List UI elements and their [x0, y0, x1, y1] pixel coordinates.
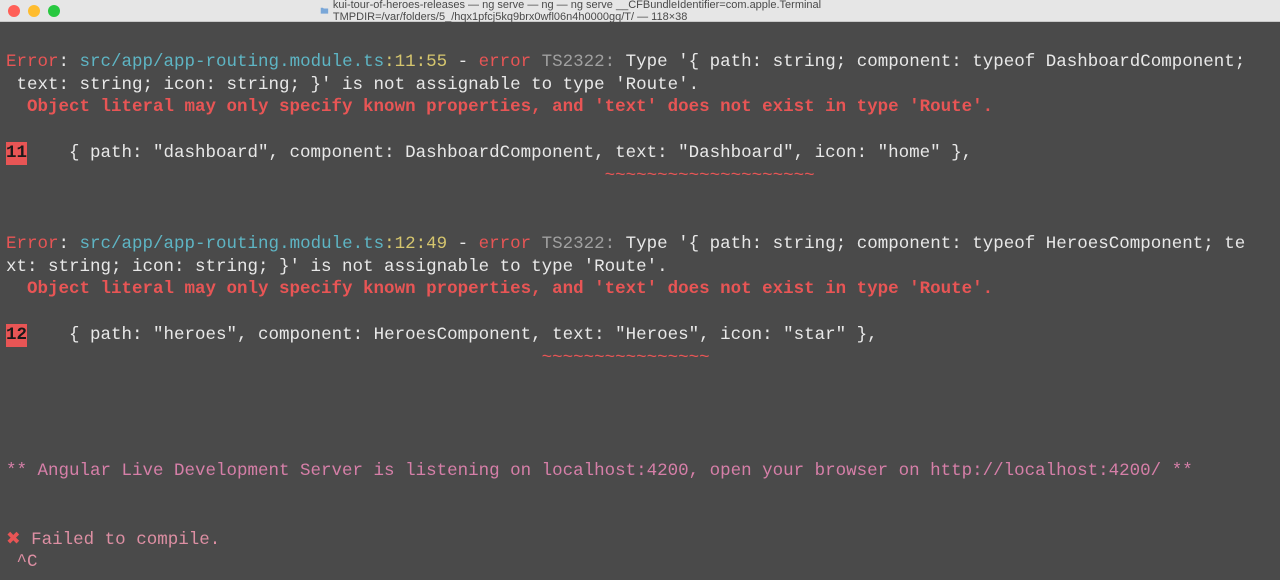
source-line: { path: "dashboard", component: Dashboar…	[27, 143, 972, 163]
fail-message: Failed to compile.	[21, 530, 221, 550]
error-message: Type '{ path: string; component: typeof …	[626, 52, 1246, 72]
source-line: { path: "heroes", component: HeroesCompo…	[27, 325, 878, 345]
folder-icon	[320, 6, 329, 16]
error-detail: Object literal may only specify known pr…	[6, 279, 993, 299]
error-underline: ~~~~~~~~~~~~~~~~~~~~	[605, 166, 815, 186]
error-label: error	[479, 52, 532, 72]
ctrl-c: ^C	[6, 552, 38, 572]
fail-x-icon: ✖	[6, 530, 21, 550]
minimize-window-button[interactable]	[28, 5, 40, 17]
error-file: src/app/app-routing.module.ts	[80, 52, 385, 72]
error-code: TS2322:	[531, 52, 626, 72]
terminal-output[interactable]: Error: src/app/app-routing.module.ts:11:…	[0, 22, 1280, 580]
error-block-1: Error: src/app/app-routing.module.ts:11:…	[6, 51, 1274, 188]
window-title-text: kui-tour-of-heroes-releases — ng serve —…	[333, 0, 960, 23]
error-location: :11:55	[384, 52, 447, 72]
dev-server-line: ** Angular Live Development Server is li…	[6, 461, 1193, 481]
window-titlebar: kui-tour-of-heroes-releases — ng serve —…	[0, 0, 1280, 22]
close-window-button[interactable]	[8, 5, 20, 17]
window-title: kui-tour-of-heroes-releases — ng serve —…	[320, 0, 960, 23]
error-prefix: Error	[6, 52, 59, 72]
traffic-lights	[8, 5, 60, 17]
error-underline: ~~~~~~~~~~~~~~~~	[542, 348, 710, 368]
error-file: src/app/app-routing.module.ts	[80, 234, 385, 254]
line-number: 11	[6, 142, 27, 165]
error-message: Type '{ path: string; component: typeof …	[626, 234, 1246, 254]
error-detail: Object literal may only specify known pr…	[6, 97, 993, 117]
error-message-cont: text: string; icon: string; }' is not as…	[6, 75, 699, 95]
zoom-window-button[interactable]	[48, 5, 60, 17]
line-number: 12	[6, 324, 27, 347]
error-block-2: Error: src/app/app-routing.module.ts:12:…	[6, 233, 1274, 370]
error-code: TS2322:	[531, 234, 626, 254]
error-label: error	[479, 234, 532, 254]
error-location: :12:49	[384, 234, 447, 254]
error-prefix: Error	[6, 234, 59, 254]
error-message-cont: xt: string; icon: string; }' is not assi…	[6, 257, 668, 277]
